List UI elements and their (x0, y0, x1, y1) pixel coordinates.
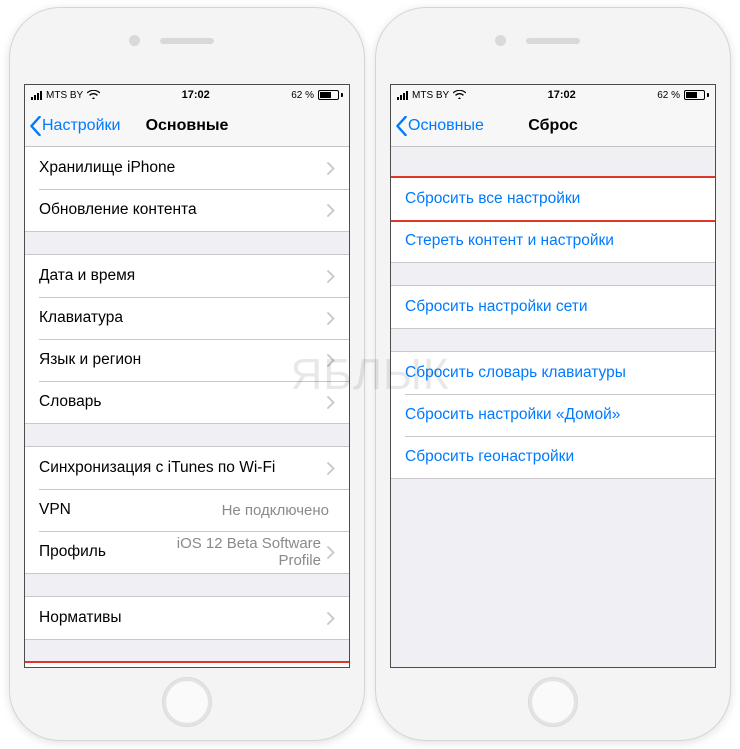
row-label: Сбросить настройки сети (405, 298, 701, 316)
row-reset[interactable]: Сброс (25, 663, 349, 667)
row-label: Стереть контент и настройки (405, 232, 701, 250)
battery-pct: 62 % (657, 90, 680, 101)
row-reset-home[interactable]: Сбросить настройки «Домой» (391, 394, 715, 436)
row-label: Сбросить словарь клавиатуры (405, 364, 701, 382)
phone-left: MTS BY 17:02 62 % Настройки (10, 8, 364, 740)
signal-icon (397, 91, 408, 100)
row-background-refresh[interactable]: Обновление контента (25, 189, 349, 231)
row-label: Словарь (39, 393, 327, 411)
chevron-right-icon (327, 546, 335, 559)
row-label: Дата и время (39, 267, 327, 285)
back-label: Настройки (42, 117, 120, 135)
row-reset-network[interactable]: Сбросить настройки сети (391, 286, 715, 328)
row-label: Язык и регион (39, 351, 327, 369)
chevron-right-icon (327, 462, 335, 475)
row-erase-all[interactable]: Стереть контент и настройки (391, 220, 715, 262)
nav-bar: Настройки Основные (25, 105, 349, 147)
row-storage[interactable]: Хранилище iPhone (25, 147, 349, 189)
wifi-icon (87, 90, 100, 100)
chevron-left-icon (395, 116, 408, 136)
row-label: Синхронизация с iTunes по Wi-Fi (39, 459, 327, 477)
reset-list: Сбросить все настройки Стереть контент и… (391, 147, 715, 667)
row-reset-location[interactable]: Сбросить геонастройки (391, 436, 715, 478)
screen-right: MTS BY 17:02 62 % Основные (390, 84, 716, 668)
carrier-label: MTS BY (412, 90, 449, 101)
row-language-region[interactable]: Язык и регион (25, 339, 349, 381)
speaker-slot (526, 38, 580, 44)
back-button[interactable]: Основные (391, 116, 484, 136)
chevron-right-icon (327, 270, 335, 283)
signal-icon (31, 91, 42, 100)
battery-pct: 62 % (291, 90, 314, 101)
settings-list: Хранилище iPhone Обновление контента Дат… (25, 147, 349, 667)
row-label: Обновление контента (39, 201, 327, 219)
status-bar: MTS BY 17:02 62 % (391, 85, 715, 105)
chevron-right-icon (327, 354, 335, 367)
speaker-slot (160, 38, 214, 44)
camera-dot (129, 35, 140, 46)
battery-icon (318, 90, 343, 100)
row-dictionary[interactable]: Словарь (25, 381, 349, 423)
camera-dot (495, 35, 506, 46)
screen-left: MTS BY 17:02 62 % Настройки (24, 84, 350, 668)
row-label: Нормативы (39, 609, 327, 627)
row-value: iOS 12 Beta Software Profile (157, 535, 327, 569)
row-date-time[interactable]: Дата и время (25, 255, 349, 297)
home-button[interactable] (528, 677, 578, 727)
row-reset-keyboard-dict[interactable]: Сбросить словарь клавиатуры (391, 352, 715, 394)
chevron-right-icon (327, 396, 335, 409)
battery-icon (684, 90, 709, 100)
row-reset-all-settings[interactable]: Сбросить все настройки (391, 178, 715, 220)
clock: 17:02 (182, 89, 210, 101)
row-label: Хранилище iPhone (39, 159, 327, 177)
row-value: Не подключено (222, 502, 335, 519)
chevron-right-icon (327, 612, 335, 625)
row-label: Клавиатура (39, 309, 327, 327)
status-bar: MTS BY 17:02 62 % (25, 85, 349, 105)
row-label: Сбросить настройки «Домой» (405, 406, 701, 424)
clock: 17:02 (548, 89, 576, 101)
chevron-right-icon (327, 162, 335, 175)
row-keyboard[interactable]: Клавиатура (25, 297, 349, 339)
nav-bar: Основные Сброс (391, 105, 715, 147)
chevron-right-icon (327, 204, 335, 217)
back-button[interactable]: Настройки (25, 116, 120, 136)
carrier-label: MTS BY (46, 90, 83, 101)
row-profile[interactable]: Профиль iOS 12 Beta Software Profile (25, 531, 349, 573)
chevron-left-icon (29, 116, 42, 136)
row-itunes-wifi-sync[interactable]: Синхронизация с iTunes по Wi-Fi (25, 447, 349, 489)
row-label: Профиль (39, 543, 157, 561)
row-label: Сбросить все настройки (405, 190, 701, 208)
row-regulatory[interactable]: Нормативы (25, 597, 349, 639)
chevron-right-icon (327, 312, 335, 325)
phone-right: MTS BY 17:02 62 % Основные (376, 8, 730, 740)
row-label: Сбросить геонастройки (405, 448, 701, 466)
row-label: VPN (39, 501, 222, 519)
back-label: Основные (408, 117, 484, 135)
home-button[interactable] (162, 677, 212, 727)
wifi-icon (453, 90, 466, 100)
row-vpn[interactable]: VPN Не подключено (25, 489, 349, 531)
